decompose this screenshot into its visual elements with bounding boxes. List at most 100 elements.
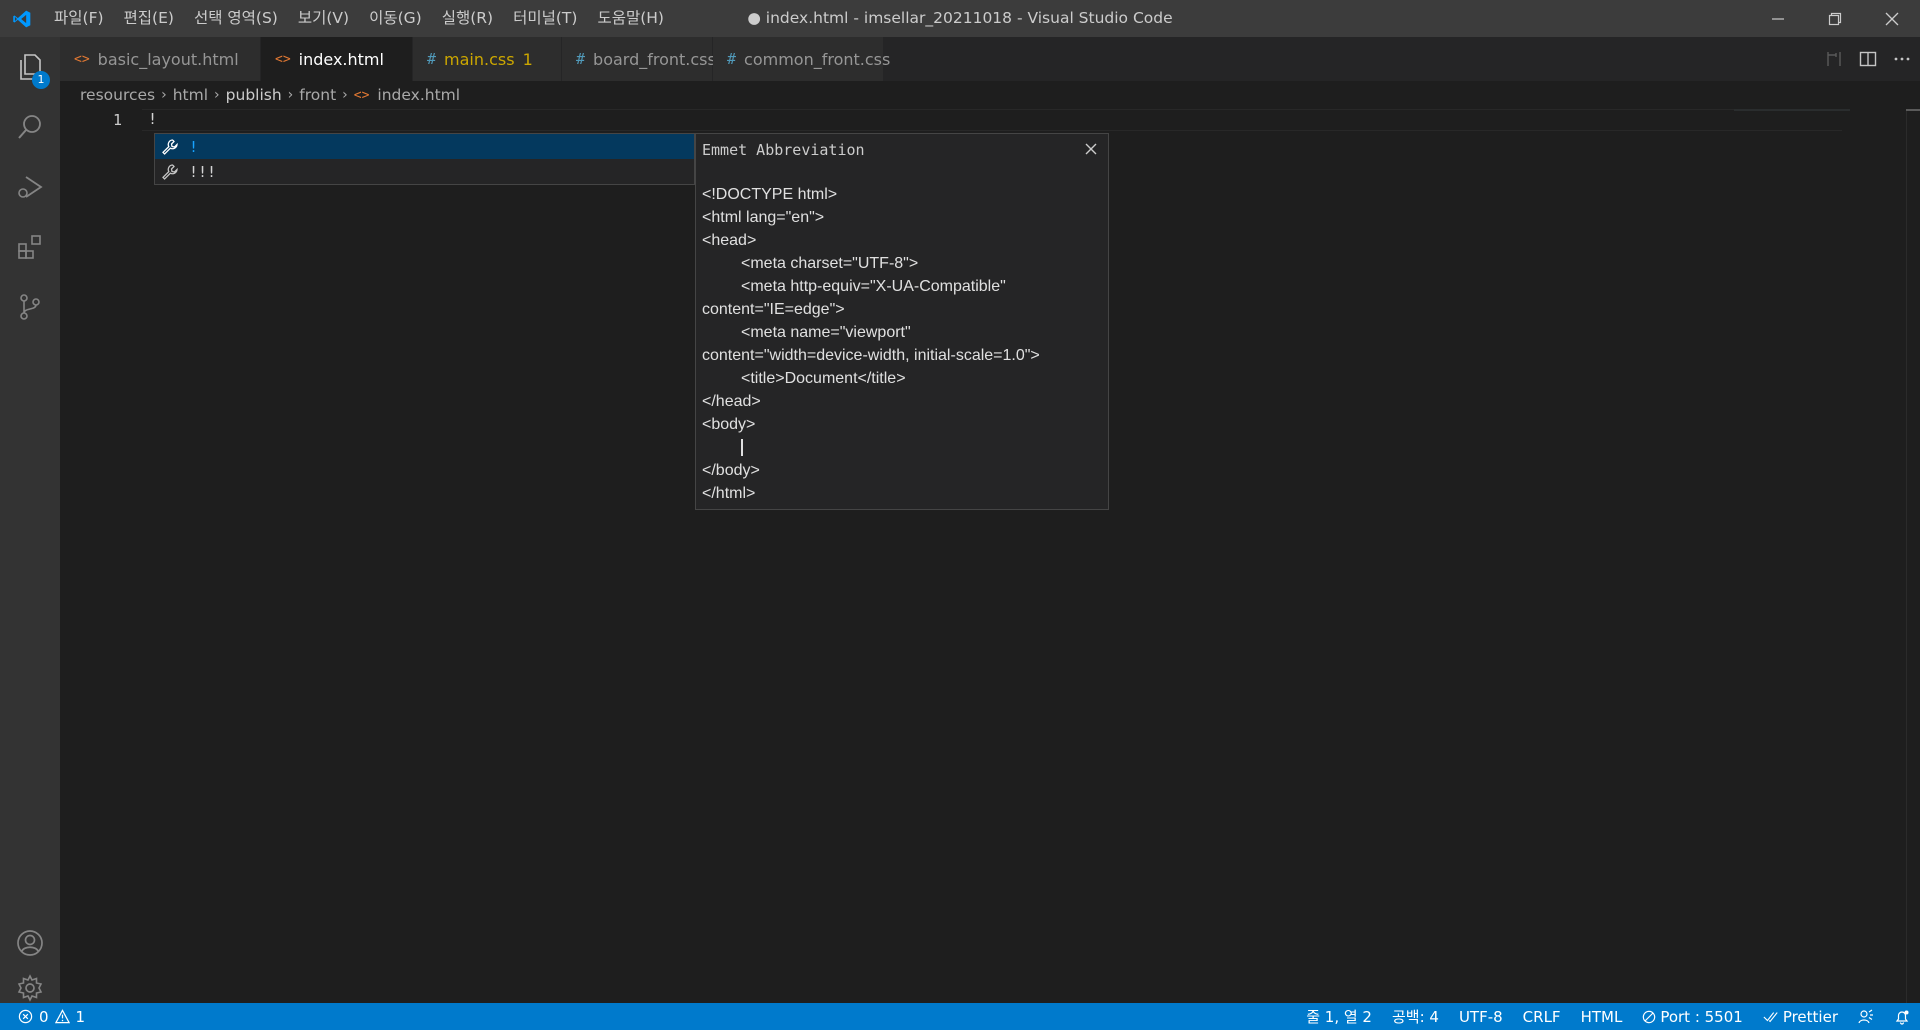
menu-go[interactable]: 이동(G) <box>359 0 432 37</box>
breadcrumb-resources[interactable]: resources <box>80 86 155 104</box>
snippet-line: <head> <box>702 232 757 249</box>
menu-file[interactable]: 파일(F) <box>44 0 114 37</box>
snippet-line: </body> <box>702 462 760 479</box>
suggestion-item[interactable]: ! <box>155 134 694 159</box>
prettier-label: Prettier <box>1782 1007 1838 1026</box>
window-controls <box>1749 0 1920 37</box>
snippet-line: <!DOCTYPE html> <box>702 186 838 203</box>
wrench-icon <box>161 137 181 157</box>
minimize-button[interactable] <box>1749 0 1806 37</box>
vertical-scrollbar[interactable] <box>1906 109 1920 1003</box>
tab-board-front-css[interactable]: # board_front.css <box>562 37 716 81</box>
chevron-right-icon: › <box>287 87 294 103</box>
error-icon <box>18 1009 33 1024</box>
warning-count: 1 <box>75 1007 86 1026</box>
minimap[interactable] <box>1734 109 1850 111</box>
menu-bar: 파일(F) 편집(E) 선택 영역(S) 보기(V) 이동(G) 실행(R) 터… <box>44 0 674 37</box>
css-file-icon: # <box>576 50 586 68</box>
accounts-button[interactable] <box>0 913 60 973</box>
css-file-icon: # <box>427 50 437 68</box>
menu-selection[interactable]: 선택 영역(S) <box>184 0 288 37</box>
encoding[interactable]: UTF-8 <box>1449 1003 1513 1030</box>
tab-basic-layout-html[interactable]: <> basic_layout.html <box>60 37 261 81</box>
suggestion-label: ! <box>189 137 199 156</box>
html-file-icon: <> <box>74 51 90 67</box>
extensions-icon <box>18 235 41 259</box>
menu-terminal[interactable]: 터미널(T) <box>503 0 587 37</box>
search-button[interactable] <box>0 97 60 157</box>
tab-common-front-css[interactable]: # common_front.css <box>713 37 890 81</box>
port-label: Port : 5501 <box>1660 1007 1743 1026</box>
explorer-badge: 1 <box>32 71 50 89</box>
menu-help[interactable]: 도움말(H) <box>587 0 674 37</box>
close-details-button[interactable] <box>1080 138 1102 160</box>
source-control-button[interactable] <box>0 277 60 337</box>
close-window-button[interactable] <box>1863 0 1920 37</box>
breadcrumb: resources › html › publish › front › <> … <box>60 81 1920 109</box>
snippet-line: <body> <box>702 416 756 433</box>
snippet-line: <meta name="viewport" <box>741 324 911 341</box>
code-line[interactable]: ! <box>148 110 157 128</box>
language-mode[interactable]: HTML <box>1571 1003 1633 1030</box>
problem-count: 1 <box>522 49 533 69</box>
snippet-line: </head> <box>702 393 761 410</box>
tab-label: board_front.css <box>593 49 716 69</box>
extensions-button[interactable] <box>0 217 60 277</box>
breadcrumb-html[interactable]: html <box>173 86 208 104</box>
snippet-line: content="IE=edge"> <box>702 301 845 318</box>
line-number: 1 <box>112 111 122 129</box>
menu-edit[interactable]: 편집(E) <box>114 0 184 37</box>
manage-button[interactable] <box>0 973 60 1003</box>
snippet-line: content="width=device-width, initial-sca… <box>702 347 1040 364</box>
tab-label: index.html <box>298 49 384 69</box>
wrench-icon <box>161 162 181 182</box>
scrollbar-slider[interactable] <box>1906 109 1920 111</box>
live-server-port[interactable]: Port : 5501 <box>1632 1003 1753 1030</box>
suggestion-item[interactable]: !!! <box>155 159 694 184</box>
breadcrumb-index-html[interactable]: index.html <box>377 86 460 104</box>
account-icon <box>17 930 43 956</box>
bell-icon <box>1895 1010 1909 1025</box>
notifications-button[interactable] <box>1884 1003 1920 1030</box>
title-bar: 파일(F) 편집(E) 선택 영역(S) 보기(V) 이동(G) 실행(R) 터… <box>0 0 1920 37</box>
editor-actions <box>1824 37 1912 81</box>
snippet-line: <html lang="en"> <box>702 209 825 226</box>
end-of-line[interactable]: CRLF <box>1513 1003 1571 1030</box>
current-line-highlight <box>142 109 1842 131</box>
tab-index-html[interactable]: <> index.html <box>261 37 413 81</box>
snippet-cursor-line <box>702 436 1102 459</box>
close-icon <box>1085 143 1097 155</box>
restore-icon <box>1828 12 1841 25</box>
open-changes-icon[interactable] <box>1824 49 1844 69</box>
split-editor-icon[interactable] <box>1858 49 1878 69</box>
vscode-logo-icon[interactable] <box>0 0 44 37</box>
indentation[interactable]: 공백: 4 <box>1382 1003 1449 1030</box>
menu-run[interactable]: 실행(R) <box>432 0 503 37</box>
breadcrumb-publish[interactable]: publish <box>226 86 282 104</box>
restore-button[interactable] <box>1806 0 1863 37</box>
cursor-position[interactable]: 줄 1, 열 2 <box>1296 1003 1382 1030</box>
suggestion-list: ! !!! <box>154 133 695 185</box>
css-file-icon: # <box>727 50 737 68</box>
run-debug-icon <box>18 176 43 198</box>
problems-indicator[interactable]: 0 1 <box>0 1003 85 1030</box>
suggestion-label: !!! <box>189 162 217 181</box>
tab-label: main.css <box>444 49 515 69</box>
warning-icon <box>54 1009 70 1024</box>
menu-view[interactable]: 보기(V) <box>288 0 359 37</box>
run-debug-button[interactable] <box>0 157 60 217</box>
tab-main-css[interactable]: # main.css 1 <box>413 37 562 81</box>
chevron-right-icon: › <box>214 87 220 103</box>
status-bar: 0 1 줄 1, 열 2 공백: 4 UTF-8 CRLF HTML Port … <box>0 1003 1920 1030</box>
feedback-button[interactable] <box>1848 1003 1884 1030</box>
more-actions-icon[interactable] <box>1892 49 1912 69</box>
html-file-icon: <> <box>275 51 291 67</box>
search-icon <box>18 115 41 139</box>
feedback-icon <box>1858 1009 1873 1023</box>
gear-icon <box>17 974 43 1002</box>
breadcrumb-front[interactable]: front <box>299 86 336 104</box>
prettier-status[interactable]: Prettier <box>1753 1003 1848 1030</box>
details-snippet: <!DOCTYPE html> <html lang="en"> <head> … <box>702 183 1102 505</box>
text-cursor <box>741 439 743 457</box>
explorer-button[interactable]: 1 <box>0 37 60 97</box>
